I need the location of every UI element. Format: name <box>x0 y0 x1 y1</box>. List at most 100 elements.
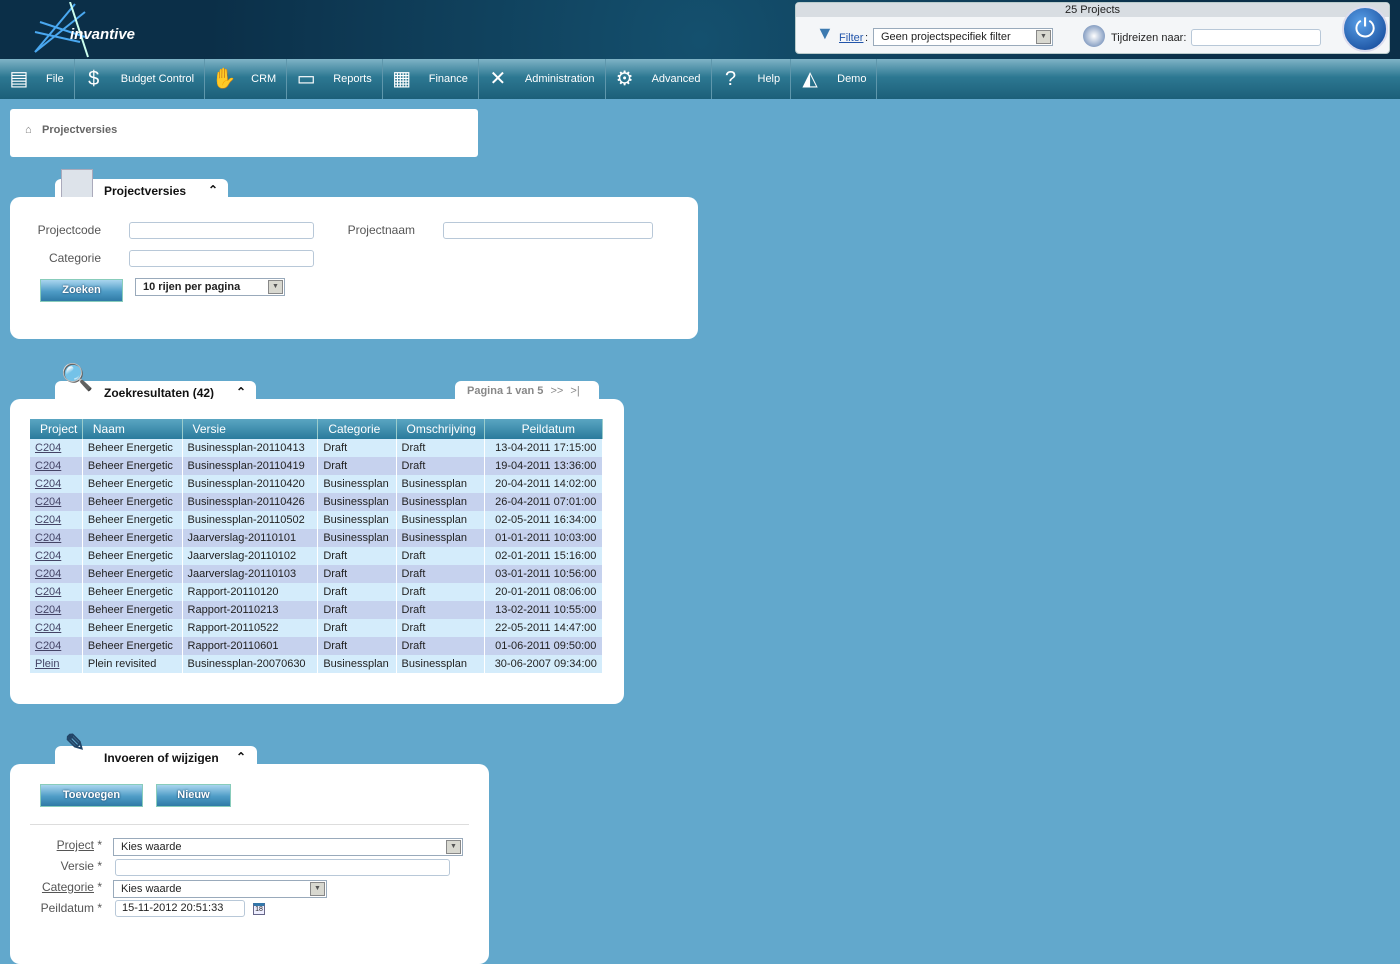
rows-per-page-value: 10 rijen per pagina <box>143 281 241 293</box>
projectcode-input[interactable] <box>129 222 314 239</box>
timetravel-input[interactable] <box>1191 29 1321 46</box>
table-row[interactable]: C204 Beheer Energetic Businessplan-2011041… <box>30 457 604 475</box>
search-button[interactable]: Zoeken <box>40 279 123 302</box>
versie-input[interactable] <box>115 859 450 876</box>
categorie-select[interactable]: Kies waarde ▼ <box>113 880 327 898</box>
project-link[interactable]: Plein <box>35 658 59 670</box>
project-link[interactable]: C204 <box>35 496 61 508</box>
nav-item-administration[interactable]: ✕ Administration <box>479 59 606 99</box>
calendar-icon[interactable]: 18 <box>253 903 265 915</box>
cell-naam: Beheer Energetic <box>82 583 183 601</box>
table-row[interactable]: C204 Beheer Energetic Businessplan-2011042… <box>30 493 604 511</box>
cell-versie: Rapport-20110601 <box>182 637 319 655</box>
table-row[interactable]: C204 Beheer Energetic Businessplan-2011050… <box>30 511 604 529</box>
nav-item-file[interactable]: ▤ File <box>0 59 75 99</box>
home-icon[interactable]: ⌂ <box>25 124 32 136</box>
cell-versie: Jaarverslag-20110103 <box>182 565 319 583</box>
peildatum-label-text: Peildatum <box>40 901 94 915</box>
cell-peildatum: 20-01-2011 08:06:00 <box>484 583 604 601</box>
results-panel-tab: 🔍 Zoekresultaten (42) ⌃ <box>55 364 256 401</box>
project-link[interactable]: C204 <box>35 550 61 562</box>
projectnaam-input[interactable] <box>443 222 653 239</box>
column-header[interactable]: Naam <box>82 419 183 439</box>
project-link[interactable]: C204 <box>35 586 61 598</box>
nav-item-label: Budget Control <box>120 73 195 85</box>
categorie-value: Kies waarde <box>121 883 182 895</box>
filter-select[interactable]: Geen projectspecifiek filter ▼ <box>873 28 1053 46</box>
magnifier-icon: 🔍 <box>61 362 94 392</box>
table-row[interactable]: C204 Beheer Energetic Rapport-20110213 Draf… <box>30 601 604 619</box>
projects-count: 25 Projects <box>796 3 1389 17</box>
nav-item-advanced[interactable]: ⚙ Advanced <box>606 59 712 99</box>
project-link[interactable]: C204 <box>35 640 61 652</box>
table-row[interactable]: C204 Beheer Energetic Jaarverslag-20110101… <box>30 529 604 547</box>
next-page-link[interactable]: >> <box>551 385 564 397</box>
table-row[interactable]: C204 Beheer Energetic Rapport-20110120 Draf… <box>30 583 604 601</box>
nav-item-reports[interactable]: ▭ Reports <box>287 59 383 99</box>
cell-peildatum: 13-04-2011 17:15:00 <box>484 439 604 457</box>
column-header[interactable]: Omschrijving <box>396 419 485 439</box>
project-link[interactable]: C204 <box>35 604 61 616</box>
gears-icon: ⚙ <box>615 68 634 90</box>
nav-item-budget-control[interactable]: $ Budget Control <box>75 59 206 99</box>
nav-item-crm[interactable]: ✋ CRM <box>205 59 288 99</box>
cell-naam: Beheer Energetic <box>82 601 183 619</box>
table-row[interactable]: C204 Beheer Energetic Jaarverslag-20110102… <box>30 547 604 565</box>
table-row[interactable]: C204 Beheer Energetic Rapport-20110522 Draf… <box>30 619 604 637</box>
last-page-link[interactable]: >| <box>570 385 579 397</box>
cabinet-icon: ▤ <box>9 68 29 90</box>
column-header[interactable]: Project <box>30 419 83 439</box>
peildatum-input[interactable]: 15-11-2012 20:51:33 <box>115 900 245 917</box>
nav-item-help[interactable]: ? Help <box>712 59 792 99</box>
table-row[interactable]: Plein Plein revisited Businessplan-2007063… <box>30 655 604 673</box>
cell-categorie: Businessplan <box>317 655 397 673</box>
nav-item-label: File <box>46 73 64 85</box>
nav-item-finance[interactable]: ▦ Finance <box>383 59 479 99</box>
project-link[interactable]: C204 <box>35 622 61 634</box>
column-header[interactable]: Categorie <box>317 419 397 439</box>
project-link[interactable]: C204 <box>35 532 61 544</box>
pagination-text: Pagina 1 van 5 <box>467 385 544 397</box>
nav-item-label: Demo <box>837 73 867 85</box>
new-button[interactable]: Nieuw <box>156 784 231 807</box>
project-link[interactable]: C204 <box>35 514 61 526</box>
project-link[interactable]: C204 <box>35 442 61 454</box>
cell-naam: Beheer Energetic <box>82 457 183 475</box>
cell-peildatum: 01-06-2011 09:50:00 <box>484 637 604 655</box>
table-row[interactable]: C204 Beheer Energetic Rapport-20110601 Draf… <box>30 637 604 655</box>
categorie-edit-label[interactable]: Categorie * <box>10 880 102 894</box>
table-row[interactable]: C204 Beheer Energetic Businessplan-2011042… <box>30 475 604 493</box>
cell-versie: Businessplan-20110426 <box>182 493 319 511</box>
nav-item-label: Administration <box>524 73 595 85</box>
cell-peildatum: 30-06-2007 09:34:00 <box>484 655 604 673</box>
cell-project: C204 <box>30 529 83 547</box>
cell-categorie: Draft <box>317 619 397 637</box>
chevron-down-icon: ▼ <box>1036 30 1051 44</box>
cell-omschrijving: Draft <box>396 601 485 619</box>
cell-omschrijving: Draft <box>396 619 485 637</box>
power-button[interactable]: ⏻ <box>1342 6 1388 52</box>
categorie-input[interactable] <box>129 250 314 267</box>
filter-link[interactable]: Filter <box>839 32 863 44</box>
table-row[interactable]: C204 Beheer Energetic Businessplan-2011041… <box>30 439 604 457</box>
chevron-down-icon: ▼ <box>268 280 283 294</box>
column-header[interactable]: Peildatum <box>484 419 604 439</box>
project-select[interactable]: Kies waarde ▼ <box>113 838 463 856</box>
invantive-logo: invantive <box>30 2 150 58</box>
project-link[interactable]: C204 <box>35 460 61 472</box>
column-header[interactable]: Versie <box>182 419 319 439</box>
project-link[interactable]: C204 <box>35 568 61 580</box>
cell-peildatum: 02-01-2011 15:16:00 <box>484 547 604 565</box>
cell-omschrijving: Draft <box>396 439 485 457</box>
project-label[interactable]: Project * <box>10 838 102 852</box>
add-button[interactable]: Toevoegen <box>40 784 143 807</box>
table-row[interactable]: C204 Beheer Energetic Jaarverslag-20110103… <box>30 565 604 583</box>
cell-peildatum: 02-05-2011 16:34:00 <box>484 511 604 529</box>
help-icon: ? <box>724 68 737 90</box>
project-link[interactable]: C204 <box>35 478 61 490</box>
cell-peildatum: 13-02-2011 10:55:00 <box>484 601 604 619</box>
rows-per-page-select[interactable]: 10 rijen per pagina ▼ <box>135 278 285 296</box>
project-filter-box: 25 Projects ▼ Filter : Geen projectspeci… <box>795 2 1390 54</box>
nav-item-demo[interactable]: ◭ Demo <box>791 59 878 99</box>
filter-value: Geen projectspecifiek filter <box>881 31 1011 43</box>
